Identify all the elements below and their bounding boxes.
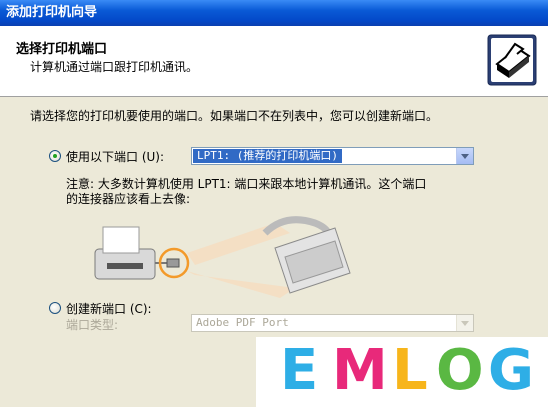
port-type-value: Adobe PDF Port [196, 316, 289, 329]
port-type-select: Adobe PDF Port [191, 314, 474, 332]
wizard-header: 选择打印机端口 计算机通过端口跟打印机通讯。 [0, 26, 548, 97]
port-select-value: LPT1: (推荐的打印机端口) [193, 149, 342, 163]
page-subtitle: 计算机通过端口跟打印机通讯。 [30, 60, 199, 74]
port-select[interactable]: LPT1: (推荐的打印机端口) [191, 147, 474, 165]
watermark-letter: O [436, 338, 484, 403]
title-bar: 添加打印机向导 [0, 0, 548, 26]
port-note: 注意: 大多数计算机使用 LPT1: 端口来跟本地计算机通讯。这个端口 的连接器… [66, 177, 446, 207]
intro-text: 请选择您的打印机要使用的端口。如果端口不在列表中，您可以创建新端口。 [30, 109, 439, 123]
chevron-down-icon [456, 315, 473, 331]
watermark-letter: L [392, 338, 428, 403]
window-title: 添加打印机向导 [6, 5, 98, 20]
chevron-down-icon[interactable] [456, 148, 473, 164]
new-port-label[interactable]: 创建新端口 (C): [66, 300, 152, 317]
watermark-letter: M [332, 338, 388, 403]
page-title: 选择打印机端口 [16, 42, 108, 57]
printer-image-icon [94, 226, 156, 280]
connector-illustration [94, 216, 351, 298]
watermark-letter: G [488, 338, 534, 403]
port-note-line1: 注意: 大多数计算机使用 LPT1: 端口来跟本地计算机通讯。这个端口 [66, 177, 427, 191]
watermark-letter: E [280, 338, 319, 403]
use-port-radio[interactable] [49, 150, 61, 162]
use-port-label[interactable]: 使用以下端口 (U): [66, 148, 164, 165]
new-port-radio[interactable] [49, 302, 61, 314]
port-type-label: 端口类型: [66, 318, 119, 332]
emlog-watermark: E M L O G [256, 337, 548, 407]
printer-icon [487, 34, 537, 86]
port-note-line2: 的连接器应该看上去像: [66, 192, 191, 206]
